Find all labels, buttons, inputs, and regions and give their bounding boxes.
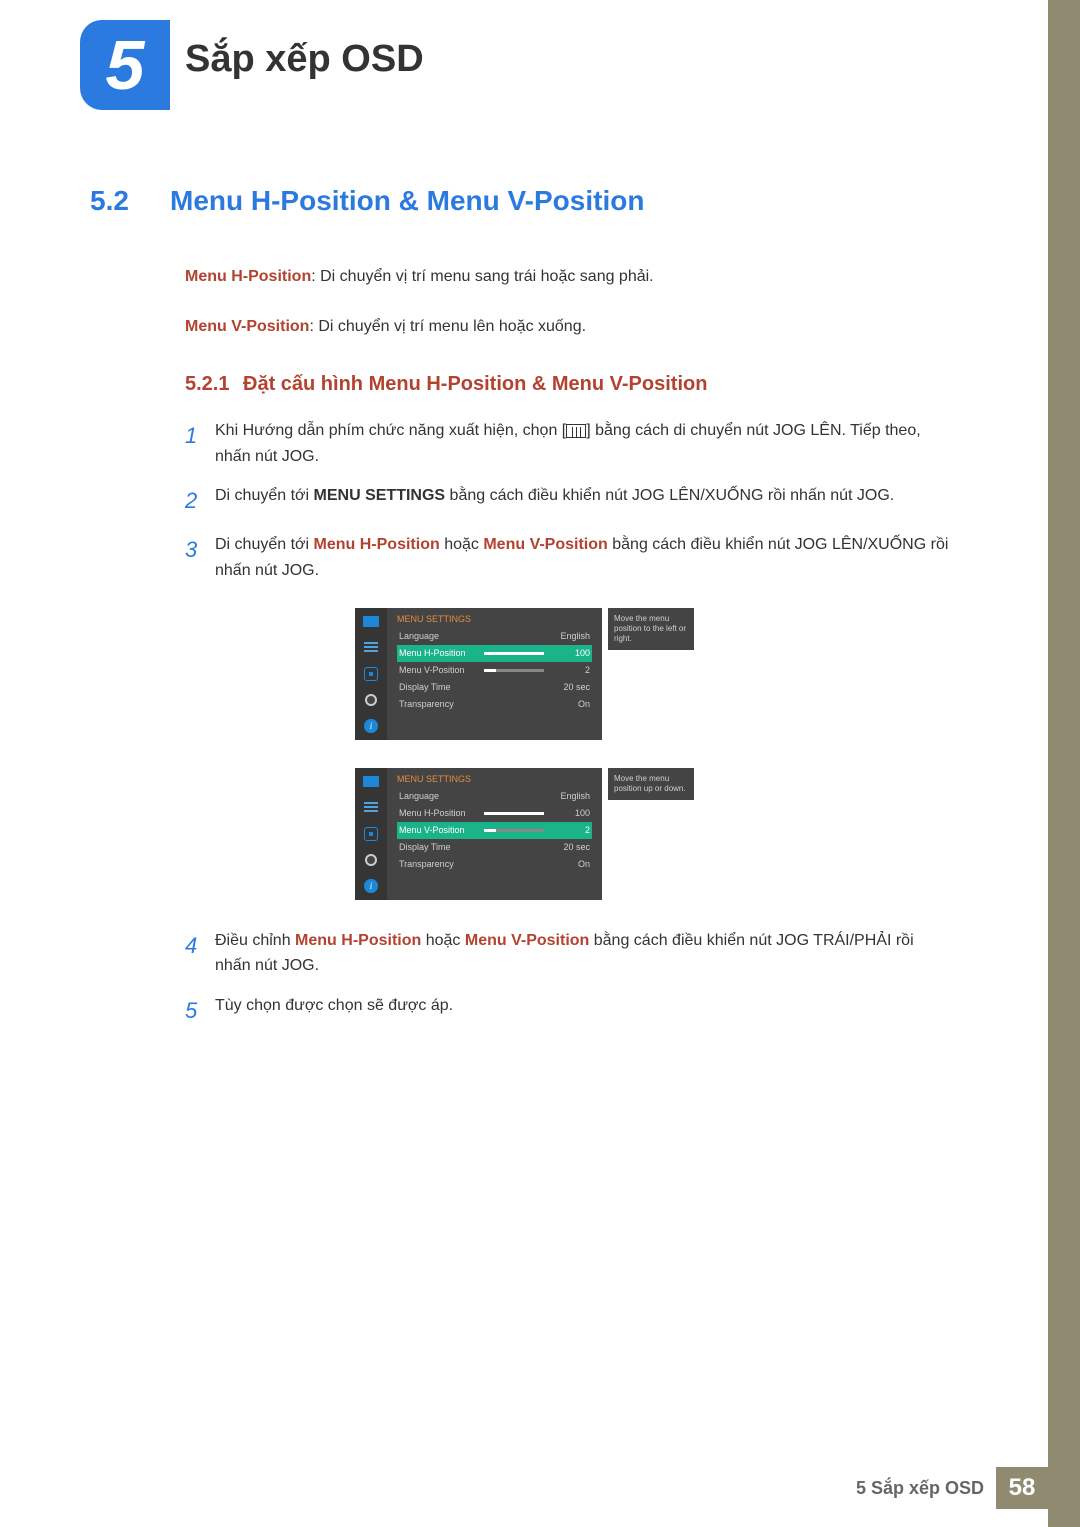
osd-slider [484,652,544,655]
step-text: Khi Hướng dẫn phím chức năng xuất hiện, … [215,418,950,469]
osd-menu: MENU SETTINGS Language English Menu H-Po… [387,608,602,740]
gear-icon [361,852,381,868]
osd-row-transparency: Transparency On [397,696,592,713]
osd-illustrations: i MENU SETTINGS Language English Menu H-… [355,608,950,900]
osd-slider [484,812,544,815]
subsection-title: Đặt cấu hình Menu H-Position & Menu V-Po… [243,373,707,395]
step-2: 2 Di chuyển tới MENU SETTINGS bằng cách … [185,483,950,518]
osd-tooltip: Move the menu position to the left or ri… [608,608,694,650]
section-heading: 5.2Menu H-Position & Menu V-Position [90,185,950,217]
osd-row-hposition: Menu H-Position 100 [397,805,592,822]
info-icon: i [361,878,381,894]
h-position-description: Menu H-Position: Di chuyển vị trí menu s… [185,265,950,289]
step-5: 5 Tùy chọn được chọn sẽ được áp. [185,993,950,1028]
osd-tooltip: Move the menu position up or down. [608,768,694,800]
right-accent-band [1048,0,1080,1527]
chapter-number: 5 [106,30,145,100]
list-icon [361,800,381,816]
step-text: Điều chỉnh Menu H-Position hoặc Menu V-P… [215,928,950,979]
step-number: 2 [185,483,215,518]
osd-menu: MENU SETTINGS Language English Menu H-Po… [387,768,602,900]
v-position-label: Menu V-Position [185,318,309,335]
step-number: 3 [185,532,215,583]
move-icon [361,826,381,842]
osd-sidebar: i [355,768,387,900]
osd-row-displaytime: Display Time 20 sec [397,679,592,696]
osd-row-transparency: Transparency On [397,856,592,873]
osd-row-language: Language English [397,788,592,805]
osd-title: MENU SETTINGS [397,774,592,784]
gear-icon [361,692,381,708]
h-position-text: : Di chuyển vị trí menu sang trái hoặc s… [311,268,653,285]
section-number: 5.2 [90,185,170,217]
step-4: 4 Điều chỉnh Menu H-Position hoặc Menu V… [185,928,950,979]
chapter-tab: 5 [80,20,170,110]
menu-icon [566,424,586,438]
osd-row-vposition-selected: Menu V-Position 2 [397,822,592,839]
subsection-number: 5.2.1 [185,373,243,396]
osd-slider [484,669,544,672]
page-footer: 5 Sắp xếp OSD 58 [856,1467,1048,1509]
h-position-label: Menu H-Position [185,268,311,285]
footer-label: 5 Sắp xếp OSD [856,1467,996,1509]
step-number: 5 [185,993,215,1028]
chapter-title: Sắp xếp OSD [185,38,424,81]
osd-panel-vposition: i MENU SETTINGS Language English Menu H-… [355,768,950,900]
osd-row-vposition: Menu V-Position 2 [397,662,592,679]
step-text: Tùy chọn được chọn sẽ được áp. [215,993,950,1028]
footer-page-number: 58 [996,1467,1048,1509]
osd-slider [484,829,544,832]
monitor-icon [361,774,381,790]
osd-row-hposition-selected: Menu H-Position 100 [397,645,592,662]
v-position-text: : Di chuyển vị trí menu lên hoặc xuống. [309,318,586,335]
monitor-icon [361,614,381,630]
move-icon [361,666,381,682]
osd-row-language: Language English [397,628,592,645]
section-title: Menu H-Position & Menu V-Position [170,185,644,216]
osd-sidebar: i [355,608,387,740]
step-text: Di chuyển tới MENU SETTINGS bằng cách đi… [215,483,950,518]
step-3: 3 Di chuyển tới Menu H-Position hoặc Men… [185,532,950,583]
step-text: Di chuyển tới Menu H-Position hoặc Menu … [215,532,950,583]
step-number: 4 [185,928,215,979]
info-icon: i [361,718,381,734]
list-icon [361,640,381,656]
osd-row-displaytime: Display Time 20 sec [397,839,592,856]
step-1: 1 Khi Hướng dẫn phím chức năng xuất hiện… [185,418,950,469]
osd-panel-hposition: i MENU SETTINGS Language English Menu H-… [355,608,950,740]
page-content: 5.2Menu H-Position & Menu V-Position Men… [90,185,950,1042]
step-number: 1 [185,418,215,469]
subsection-heading: 5.2.1Đặt cấu hình Menu H-Position & Menu… [185,373,950,396]
v-position-description: Menu V-Position: Di chuyển vị trí menu l… [185,315,950,339]
osd-title: MENU SETTINGS [397,614,592,624]
